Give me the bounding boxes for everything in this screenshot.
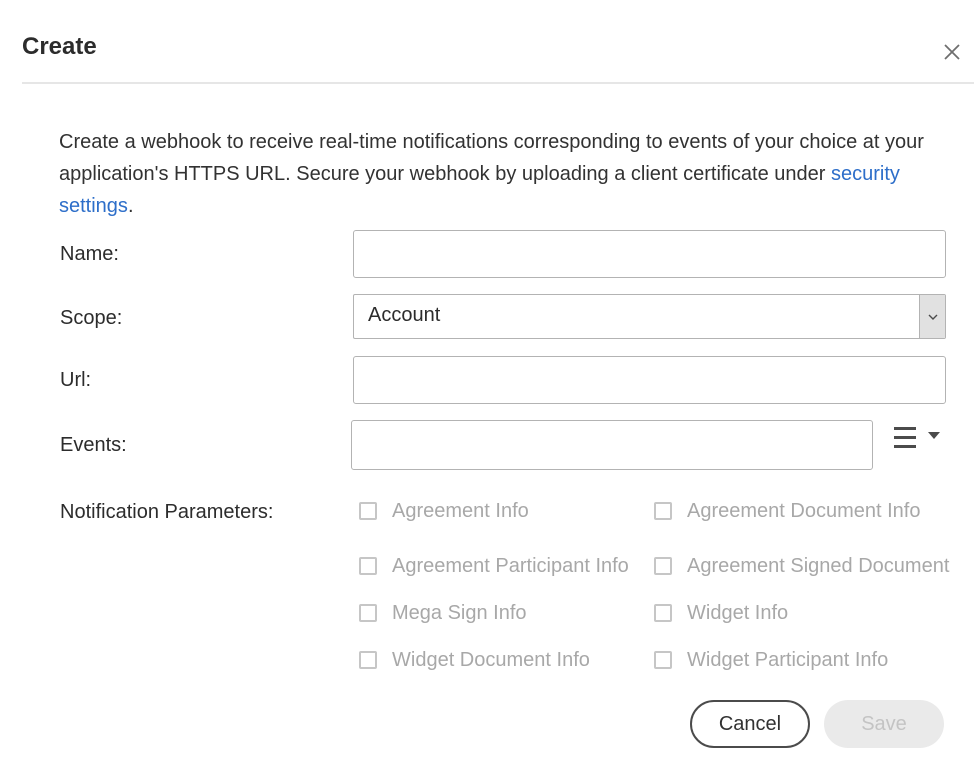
checkbox-label: Widget Participant Info [687, 648, 889, 671]
option-agreement-info[interactable]: Agreement Info [359, 499, 529, 523]
checkbox-label: Agreement Document Info [687, 499, 921, 522]
checkbox[interactable] [359, 557, 377, 575]
header-divider [22, 82, 974, 84]
dialog-title: Create [22, 33, 97, 60]
checkbox[interactable] [654, 604, 672, 622]
scope-select[interactable]: Account [353, 294, 946, 339]
option-agreement-participant-info[interactable]: Agreement Participant Info [359, 554, 629, 578]
chevron-down-icon[interactable] [919, 295, 945, 338]
checkbox-label: Agreement Participant Info [392, 554, 629, 577]
scope-label: Scope: [60, 307, 123, 329]
option-widget-participant-info[interactable]: Widget Participant Info [654, 648, 888, 672]
option-widget-document-info[interactable]: Widget Document Info [359, 648, 590, 672]
option-agreement-document-info[interactable]: Agreement Document Info [654, 499, 920, 523]
checkbox[interactable] [359, 651, 377, 669]
name-input[interactable] [354, 231, 945, 277]
notification-parameters-label: Notification Parameters: [60, 501, 274, 523]
checkbox[interactable] [359, 604, 377, 622]
save-button[interactable]: Save [824, 700, 944, 748]
checkbox-label: Widget Document Info [392, 648, 590, 671]
option-widget-info[interactable]: Widget Info [654, 601, 788, 625]
checkbox-label: Mega Sign Info [392, 601, 527, 624]
url-input[interactable] [354, 357, 945, 403]
option-agreement-signed-document[interactable]: Agreement Signed Document [654, 554, 949, 578]
events-label: Events: [60, 434, 127, 456]
close-icon[interactable] [940, 40, 964, 64]
checkbox-label: Widget Info [687, 601, 789, 624]
name-field[interactable] [353, 230, 946, 278]
create-webhook-dialog: Create Create a webhook to receive real-… [0, 0, 979, 760]
checkbox-label: Agreement Signed Document [687, 554, 950, 577]
cancel-button[interactable]: Cancel [690, 700, 810, 748]
url-field[interactable] [353, 356, 946, 404]
checkbox[interactable] [654, 502, 672, 520]
url-label: Url: [60, 369, 92, 391]
checkbox[interactable] [654, 651, 672, 669]
events-input[interactable] [352, 421, 872, 469]
checkbox[interactable] [359, 502, 377, 520]
scope-selected-value: Account [368, 304, 441, 326]
dialog-description: Create a webhook to receive real-time no… [59, 126, 939, 222]
description-suffix: . [127, 195, 134, 217]
description-text: Create a webhook to receive real-time no… [59, 131, 924, 185]
list-menu-icon[interactable] [893, 424, 945, 452]
option-mega-sign-info[interactable]: Mega Sign Info [359, 601, 527, 625]
events-field[interactable] [351, 420, 873, 470]
name-label: Name: [60, 243, 119, 265]
checkbox-label: Agreement Info [392, 499, 529, 522]
checkbox[interactable] [654, 557, 672, 575]
